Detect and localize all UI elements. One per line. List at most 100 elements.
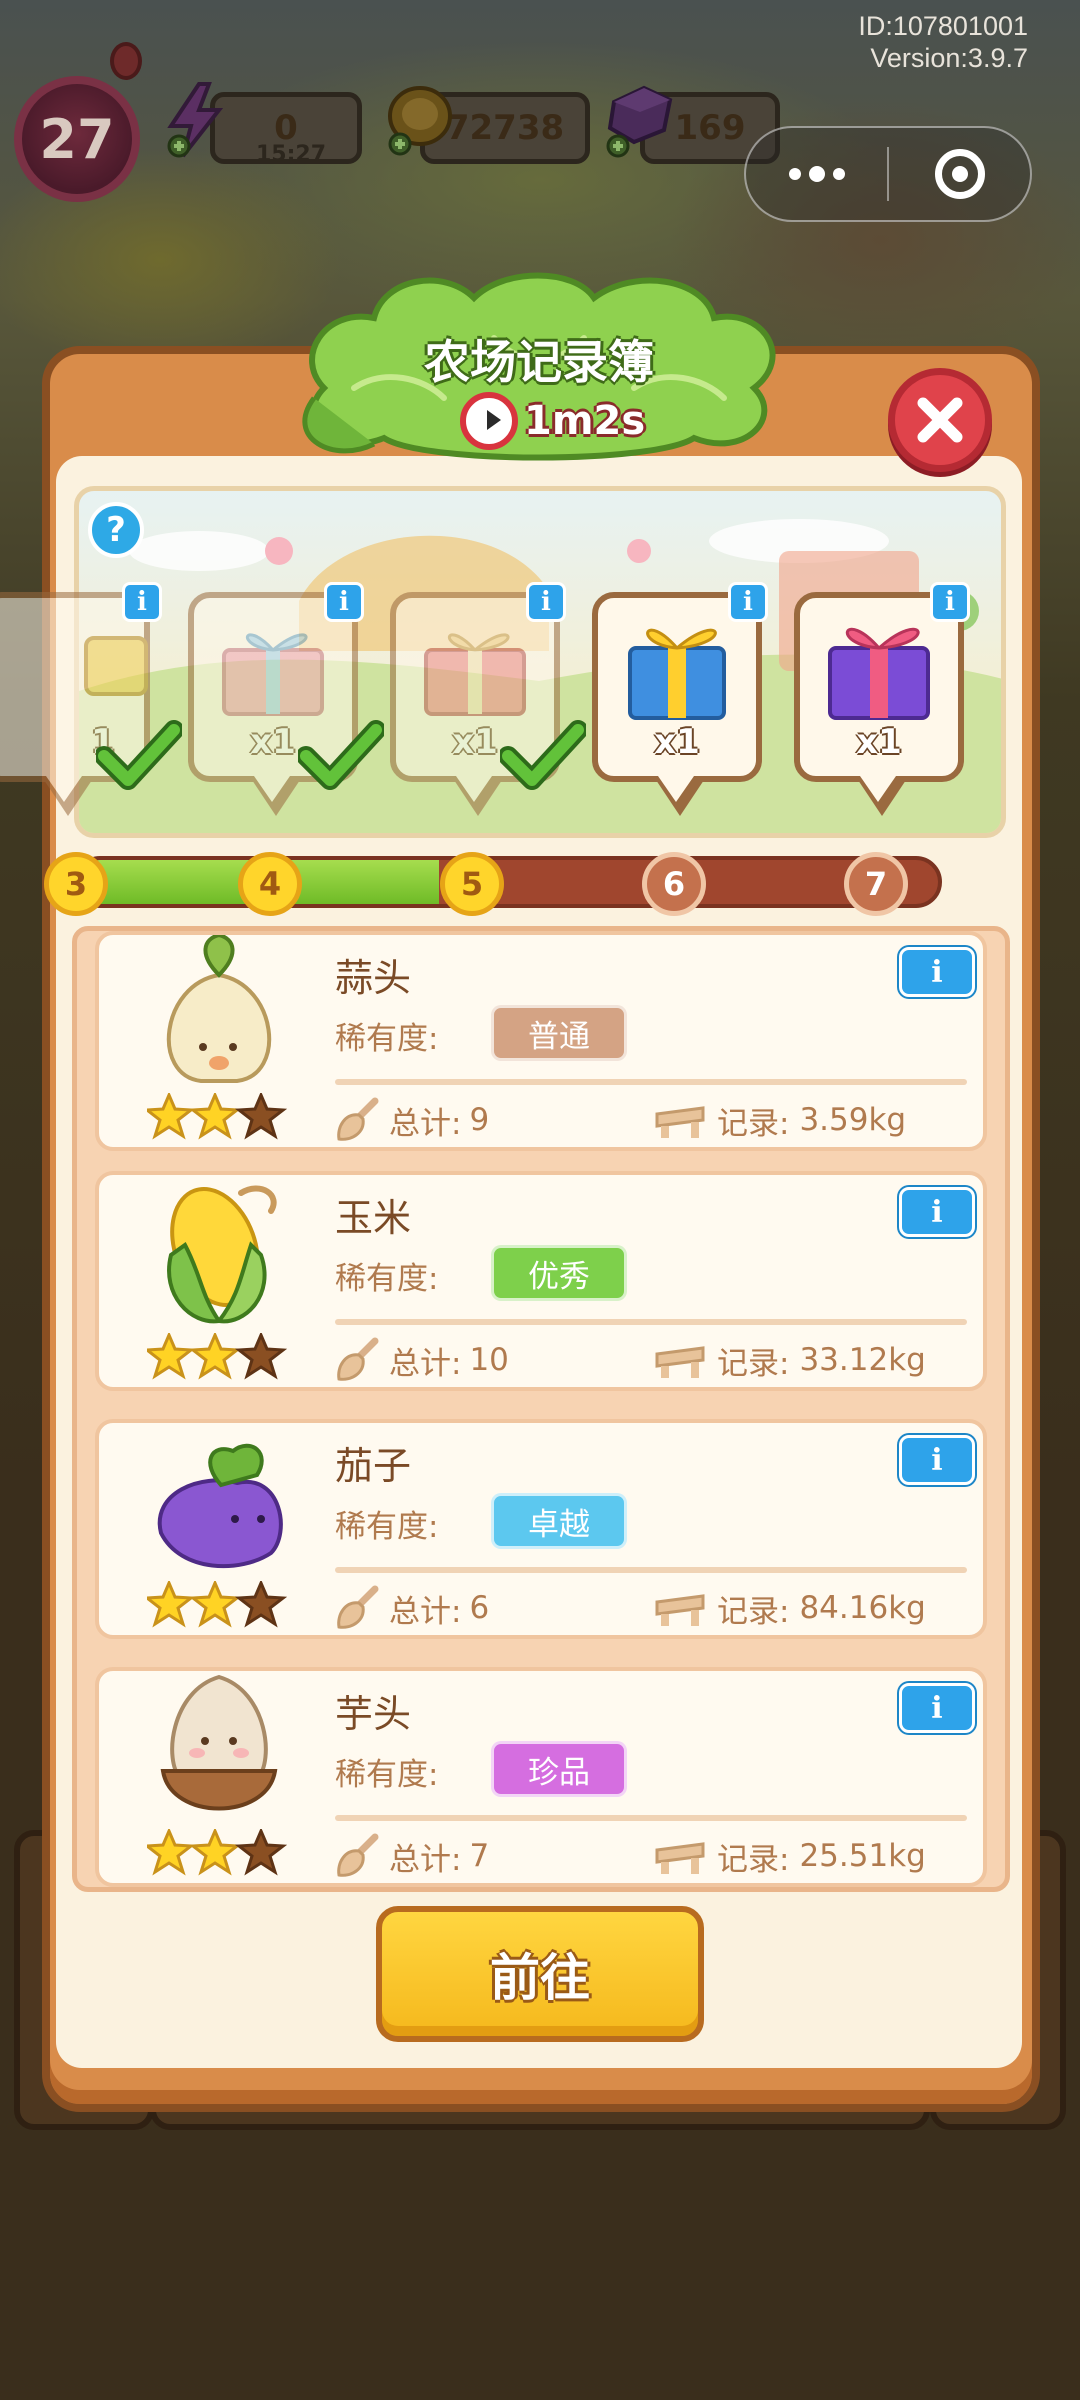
scale-icon — [655, 1106, 705, 1138]
scale-icon — [655, 1842, 705, 1874]
crop-name: 茄子 — [335, 1444, 412, 1488]
harvest-total: 总计: 7 — [335, 1833, 489, 1879]
crop-card-garlic: 蒜头 稀有度: 普通 总计: 9 记录: 3.59kg i — [95, 931, 987, 1151]
scale-icon — [655, 1594, 705, 1626]
harvest-total: 总计: 9 — [335, 1097, 489, 1143]
close-icon — [917, 397, 963, 443]
info-icon: i — [137, 587, 147, 617]
reward-info-button-4[interactable]: i — [728, 582, 768, 622]
card-divider — [335, 1079, 967, 1085]
gems-value: 169 — [674, 108, 746, 148]
event-countdown: 1m2s — [460, 388, 645, 454]
weight-record: 记录: 33.12kg — [653, 1337, 926, 1383]
help-button[interactable]: ? — [88, 502, 144, 558]
card-divider — [335, 1319, 967, 1325]
info-icon: i — [743, 587, 753, 617]
energy-refill-timer: 15:27 — [256, 142, 327, 167]
total-label: 总计: — [389, 1841, 462, 1878]
record-value: 25.51kg — [799, 1838, 926, 1874]
reward-info-button-3[interactable]: i — [526, 582, 566, 622]
close-miniprogram-button[interactable] — [889, 128, 1030, 220]
total-label: 总计: — [389, 1105, 462, 1142]
info-icon: i — [541, 587, 551, 617]
claimed-check-icon — [96, 720, 182, 790]
crop-info-button[interactable]: i — [899, 947, 975, 997]
record-label: 记录: — [717, 1345, 790, 1382]
crop-card-eggplant: 茄子 稀有度: 卓越 总计: 6 记录: 84.16kg i — [95, 1419, 987, 1639]
taro-icon — [160, 1674, 278, 1811]
reward-info-button-2[interactable]: i — [324, 582, 364, 622]
shovel-icon — [337, 1097, 379, 1141]
target-icon — [934, 149, 985, 199]
weight-record: 记录: 25.51kg — [653, 1833, 926, 1879]
claimed-check-icon — [500, 720, 586, 790]
progress-node-3: 3 — [44, 852, 108, 916]
crop-info-button[interactable]: i — [899, 1435, 975, 1485]
crop-card-corn: 玉米 稀有度: 优秀 总计: 10 记录: 33.12kg i — [95, 1171, 987, 1391]
crop-info-button[interactable]: i — [899, 1683, 975, 1733]
modal-title: 农场记录簿 — [424, 335, 654, 389]
record-value: 3.59kg — [799, 1102, 907, 1138]
player-level-number: 27 — [39, 107, 115, 171]
reward-info-button-1[interactable]: i — [122, 582, 162, 622]
miniprogram-capsule — [744, 126, 1032, 222]
card-divider — [335, 1567, 967, 1573]
rarity-label: 稀有度: — [335, 1021, 439, 1057]
player-level-badge[interactable]: 27 — [14, 76, 140, 202]
clock-icon — [460, 392, 518, 450]
progress-node-5: 5 — [440, 852, 504, 916]
close-button[interactable] — [888, 368, 992, 472]
coin-icon — [384, 80, 454, 160]
scale-icon — [655, 1346, 705, 1378]
total-value: 6 — [469, 1590, 490, 1626]
build-info: ID:107801001 Version:3.9.7 — [858, 10, 1028, 74]
star-rating — [147, 1333, 287, 1381]
harvest-total: 总计: 10 — [335, 1337, 509, 1383]
crop-card-taro: 芋头 稀有度: 珍品 总计: 7 记录: 25.51kg i — [95, 1667, 987, 1887]
shovel-icon — [337, 1337, 379, 1381]
info-icon: i — [931, 954, 943, 990]
garlic-icon — [166, 935, 272, 1083]
harvest-total: 总计: 6 — [335, 1585, 489, 1631]
star-rating — [147, 1829, 287, 1877]
record-label: 记录: — [717, 1105, 790, 1142]
total-value: 7 — [469, 1838, 490, 1874]
corn-icon — [167, 1185, 277, 1324]
rarity-badge: 珍品 — [491, 1741, 627, 1797]
progress-node-7: 7 — [844, 852, 908, 916]
crop-name: 芋头 — [335, 1692, 412, 1736]
crop-name: 玉米 — [335, 1196, 412, 1240]
total-label: 总计: — [389, 1345, 462, 1382]
star-rating — [147, 1093, 287, 1141]
coins-value: 72738 — [445, 108, 565, 148]
total-label: 总计: — [389, 1593, 462, 1630]
reward-quantity: x1 — [856, 722, 902, 762]
user-id-text: ID:107801001 — [858, 11, 1028, 41]
crop-info-button[interactable]: i — [899, 1187, 975, 1237]
rarity-badge: 普通 — [491, 1005, 627, 1061]
question-icon: ? — [106, 510, 126, 550]
weight-record: 记录: 3.59kg — [653, 1097, 906, 1143]
countdown-text: 1m2s — [524, 398, 646, 444]
more-menu-button[interactable] — [746, 128, 887, 220]
crop-record-list[interactable]: 蒜头 稀有度: 普通 总计: 9 记录: 3.59kg i 玉米 稀有度: 优秀… — [72, 926, 1010, 1892]
lightning-icon — [160, 80, 230, 160]
claimed-check-icon — [298, 720, 384, 790]
crop-name: 蒜头 — [335, 956, 412, 1000]
total-value: 10 — [469, 1342, 509, 1378]
go-button-label: 前往 — [490, 1949, 590, 2007]
info-icon: i — [945, 587, 955, 617]
shovel-icon — [337, 1833, 379, 1877]
record-label: 记录: — [717, 1593, 790, 1630]
gem-icon — [604, 80, 674, 160]
info-icon: i — [931, 1194, 943, 1230]
progress-node-6: 6 — [642, 852, 706, 916]
rarity-label: 稀有度: — [335, 1509, 439, 1545]
total-value: 9 — [469, 1102, 490, 1138]
info-icon: i — [339, 587, 349, 617]
card-divider — [335, 1815, 967, 1821]
go-button[interactable]: 前往 — [376, 1906, 704, 2042]
record-value: 84.16kg — [799, 1590, 926, 1626]
reward-info-button-5[interactable]: i — [930, 582, 970, 622]
progress-node-4: 4 — [238, 852, 302, 916]
